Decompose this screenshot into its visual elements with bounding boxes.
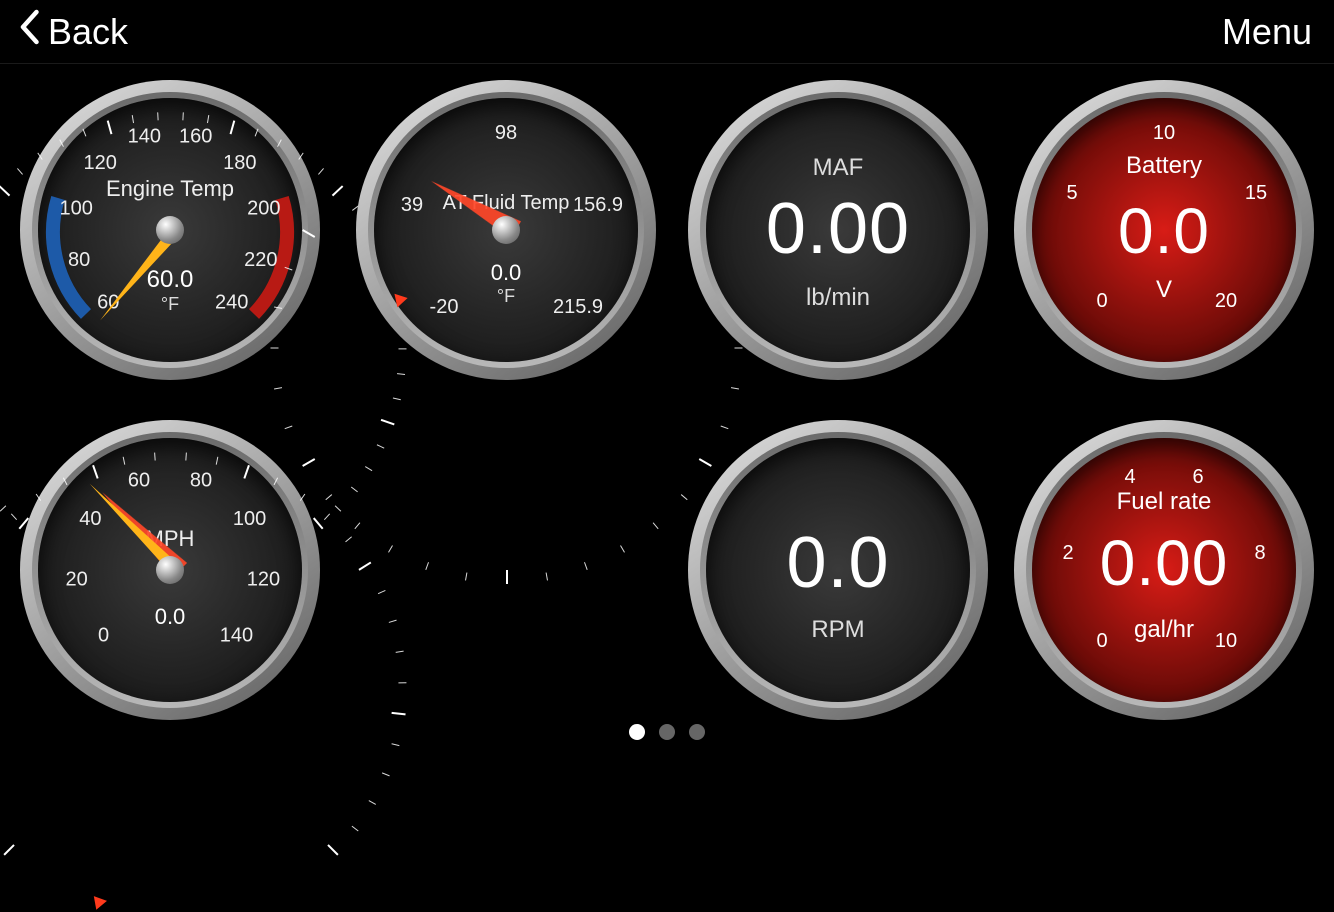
fuel-value: 0.00 bbox=[1032, 526, 1296, 600]
gauge-maf[interactable]: MAF 0.00 lb/min bbox=[688, 80, 988, 380]
gauge-battery[interactable]: 10 5 15 0 20 Battery 0.0 V bbox=[1014, 80, 1314, 380]
fuel-scale-6: 6 bbox=[1178, 466, 1218, 489]
gauge-engine-temp[interactable]: 6080100120140160180200220240 Engine Temp… bbox=[20, 80, 320, 380]
maf-title: MAF bbox=[706, 154, 970, 182]
maf-value: 0.00 bbox=[706, 188, 970, 270]
battery-title: Battery bbox=[1032, 152, 1296, 180]
page-dot-1[interactable] bbox=[629, 724, 645, 740]
mph-marker bbox=[90, 896, 107, 912]
fuel-scale-4: 4 bbox=[1110, 466, 1150, 489]
at-fluid-unit: °F bbox=[374, 286, 638, 307]
menu-label: Menu bbox=[1222, 11, 1312, 52]
battery-unit: V bbox=[1032, 276, 1296, 304]
mph-hub bbox=[156, 556, 184, 584]
battery-scale-10: 10 bbox=[1144, 122, 1184, 145]
page-indicator[interactable] bbox=[0, 724, 1334, 740]
back-button[interactable]: Back bbox=[18, 9, 128, 54]
gauge-fuel-rate[interactable]: 4 6 2 8 0 10 Fuel rate 0.00 gal/hr bbox=[1014, 420, 1314, 720]
rpm-value: 0.0 bbox=[706, 522, 970, 604]
engine-temp-value: 60.0 bbox=[38, 266, 302, 294]
fuel-unit: gal/hr bbox=[1032, 616, 1296, 644]
engine-temp-title: Engine Temp bbox=[38, 176, 302, 202]
fuel-title: Fuel rate bbox=[1032, 488, 1296, 516]
at-scale-top: 98 bbox=[476, 122, 536, 146]
mph-value: 0.0 bbox=[38, 604, 302, 630]
page-dot-3[interactable] bbox=[689, 724, 705, 740]
gauge-mph[interactable]: 020406080100120140 MPH 0.0 bbox=[20, 420, 320, 720]
maf-unit: lb/min bbox=[706, 284, 970, 312]
page-dot-2[interactable] bbox=[659, 724, 675, 740]
gauge-at-fluid-temp[interactable]: 98 39 AT Fluid Temp 156.9 -20 215.9 0.0 … bbox=[356, 80, 656, 380]
battery-value: 0.0 bbox=[1032, 194, 1296, 268]
back-chevron-icon bbox=[18, 9, 40, 54]
at-scale-right: 156.9 bbox=[568, 194, 628, 218]
back-label: Back bbox=[48, 11, 128, 53]
engine-temp-unit: °F bbox=[38, 294, 302, 315]
menu-button[interactable]: Menu bbox=[1222, 11, 1312, 53]
engine-temp-hub bbox=[156, 216, 184, 244]
at-fluid-value: 0.0 bbox=[374, 260, 638, 286]
at-fluid-hub bbox=[492, 216, 520, 244]
topbar: Back Menu bbox=[0, 0, 1334, 64]
gauge-rpm[interactable]: 0.0 RPM bbox=[688, 420, 988, 720]
rpm-unit: RPM bbox=[706, 616, 970, 644]
